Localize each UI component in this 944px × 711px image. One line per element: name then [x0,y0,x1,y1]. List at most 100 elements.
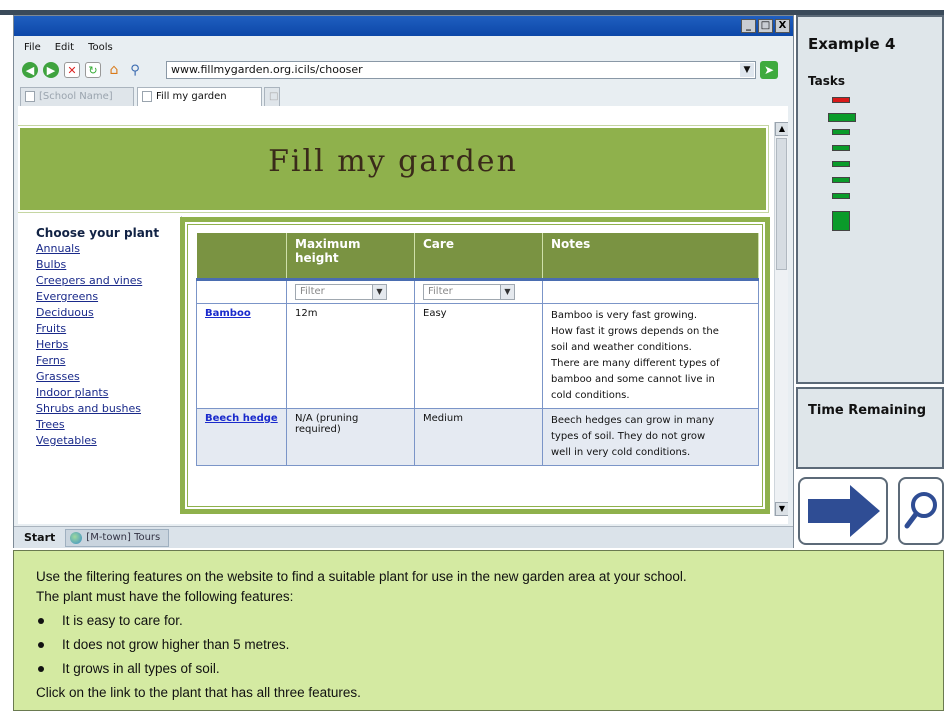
sidebar-link-creepers[interactable]: Creepers and vines [36,273,181,289]
plant-category-sidebar: Choose your plant Annuals Bulbs Creepers… [18,216,182,512]
task-marker[interactable] [828,113,856,122]
tab-fill-my-garden[interactable]: Fill my garden [137,87,262,106]
forward-icon[interactable]: ▶ [43,62,59,78]
task-instructions: Use the filtering features on the websit… [13,550,944,711]
sidebar-link-trees[interactable]: Trees [36,417,181,433]
filter-placeholder: Filter [300,285,325,297]
table-row-beech-hedge: Beech hedge N/A (pruning required) Mediu… [196,407,759,466]
taskbar-item-tours[interactable]: [M-town] Tours [65,528,170,547]
sidebar-link-grasses[interactable]: Grasses [36,369,181,385]
cell-height: N/A (pruning required) [286,407,415,466]
note-line: soil and weather conditions. [551,341,692,353]
start-button[interactable]: Start [14,531,65,544]
cell-notes: Beech hedges can grow in many types of s… [542,407,759,466]
note-line: bamboo and some cannot live in [551,373,715,385]
sidebar-link-herbs[interactable]: Herbs [36,337,181,353]
task-marker[interactable] [832,161,850,167]
minimize-button[interactable]: _ [741,19,756,33]
menu-edit[interactable]: Edit [55,42,74,53]
header-notes: Notes [542,233,759,279]
navigation-bar: ◀ ▶ ✕ ↻ ⌂ ⚲ www.fillmygarden.org.icils/c… [14,58,793,82]
tab-bar: [School Name] Fill my garden □ [14,84,793,106]
note-line: Beech hedges can grow in many [551,414,715,426]
tasks-label: Tasks [808,74,846,88]
chevron-down-icon: ▼ [372,284,386,299]
example-title: Example 4 [808,35,896,53]
chevron-down-icon: ▼ [500,284,514,299]
address-dropdown-icon[interactable]: ▼ [740,63,754,77]
bullet-text: It is easy to care for. [62,613,183,628]
scroll-up-icon[interactable]: ▲ [775,122,788,136]
refresh-icon[interactable]: ↻ [85,62,101,78]
bullet-text: It does not grow higher than 5 metres. [62,637,290,652]
cell-notes: Bamboo is very fast growing. How fast it… [542,302,759,409]
go-button[interactable]: ➤ [760,61,778,79]
sidebar-link-deciduous[interactable]: Deciduous [36,305,181,321]
note-line: cold conditions. [551,389,630,401]
task-marker[interactable] [832,145,850,151]
task-marker[interactable] [832,129,850,135]
back-icon[interactable]: ◀ [22,62,38,78]
globe-icon [70,531,83,544]
filter-cell-empty [196,277,287,304]
page-scrollbar[interactable]: ▲ ▼ [774,122,788,516]
menu-tools[interactable]: Tools [88,42,113,53]
next-button[interactable] [798,477,888,545]
sidebar-link-bulbs[interactable]: Bulbs [36,257,181,273]
sidebar-heading: Choose your plant [36,226,160,240]
browser-window: _ □ X File Edit Tools ◀ ▶ ✕ ↻ ⌂ ⚲ www.fi… [13,15,794,548]
instruction-line: Use the filtering features on the websit… [36,569,687,584]
cell-care: Medium [414,407,543,466]
task-marker[interactable] [832,193,850,199]
magnifier-icon [904,492,937,529]
task-marker-current[interactable] [832,97,850,103]
note-line: types of soil. They do not grow [551,430,706,442]
header-name [196,233,287,279]
sidebar-link-shrubs[interactable]: Shrubs and bushes [36,401,181,417]
new-tab-button[interactable]: □ [264,87,280,106]
filter-row: Filter ▼ Filter ▼ [196,277,759,304]
site-title: Fill my garden [268,144,518,179]
sidebar-link-vegetables[interactable]: Vegetables [36,433,181,449]
sidebar-link-indoor-plants[interactable]: Indoor plants [36,385,181,401]
plant-table: Maximum height Care Notes Filter ▼ Filter… [196,233,759,466]
address-field[interactable]: www.fillmygarden.org.icils/chooser ▼ [166,61,756,79]
close-button[interactable]: X [775,19,790,33]
sidebar-link-annuals[interactable]: Annuals [36,241,181,257]
scroll-down-icon[interactable]: ▼ [775,502,788,516]
task-marker[interactable] [832,177,850,183]
filter-placeholder: Filter [428,285,453,297]
stop-icon[interactable]: ✕ [64,62,80,78]
table-header-row: Maximum height Care Notes [196,233,759,279]
maximize-button[interactable]: □ [758,19,773,33]
sidebar-link-fruits[interactable]: Fruits [36,321,181,337]
arrow-right-icon [808,485,880,537]
cell-height: 12m [286,302,415,409]
scroll-thumb[interactable] [776,138,787,270]
sidebar-link-evergreens[interactable]: Evergreens [36,289,181,305]
page-content: Fill my garden Choose your plant Annuals… [18,106,788,524]
time-panel: Time Remaining [796,387,944,469]
care-filter-select[interactable]: Filter ▼ [423,283,515,300]
magnifier-button[interactable] [898,477,944,545]
top-strip [0,0,944,10]
cell-care: Easy [414,302,543,409]
note-line: Bamboo is very fast growing. [551,309,698,321]
task-marker-large[interactable] [832,211,850,231]
note-line: How fast it grows depends on the [551,325,719,337]
instruction-closing: Click on the link to the plant that has … [36,685,361,700]
height-filter-select[interactable]: Filter ▼ [295,283,387,300]
menu-file[interactable]: File [24,42,41,53]
window-controls: _ □ X [741,19,790,33]
search-icon[interactable]: ⚲ [127,62,143,78]
tab-school-name[interactable]: [School Name] [20,87,134,106]
plant-link-bamboo[interactable]: Bamboo [205,308,251,319]
menu-bar: File Edit Tools [14,38,793,56]
plant-link-beech-hedge[interactable]: Beech hedge [205,413,278,424]
home-icon[interactable]: ⌂ [106,62,122,78]
note-line: well in very cold conditions. [551,446,691,458]
plant-table-frame: Maximum height Care Notes Filter ▼ Filter… [180,217,770,514]
sidebar-link-ferns[interactable]: Ferns [36,353,181,369]
header-care: Care [414,233,543,279]
site-banner: Fill my garden [18,125,769,213]
